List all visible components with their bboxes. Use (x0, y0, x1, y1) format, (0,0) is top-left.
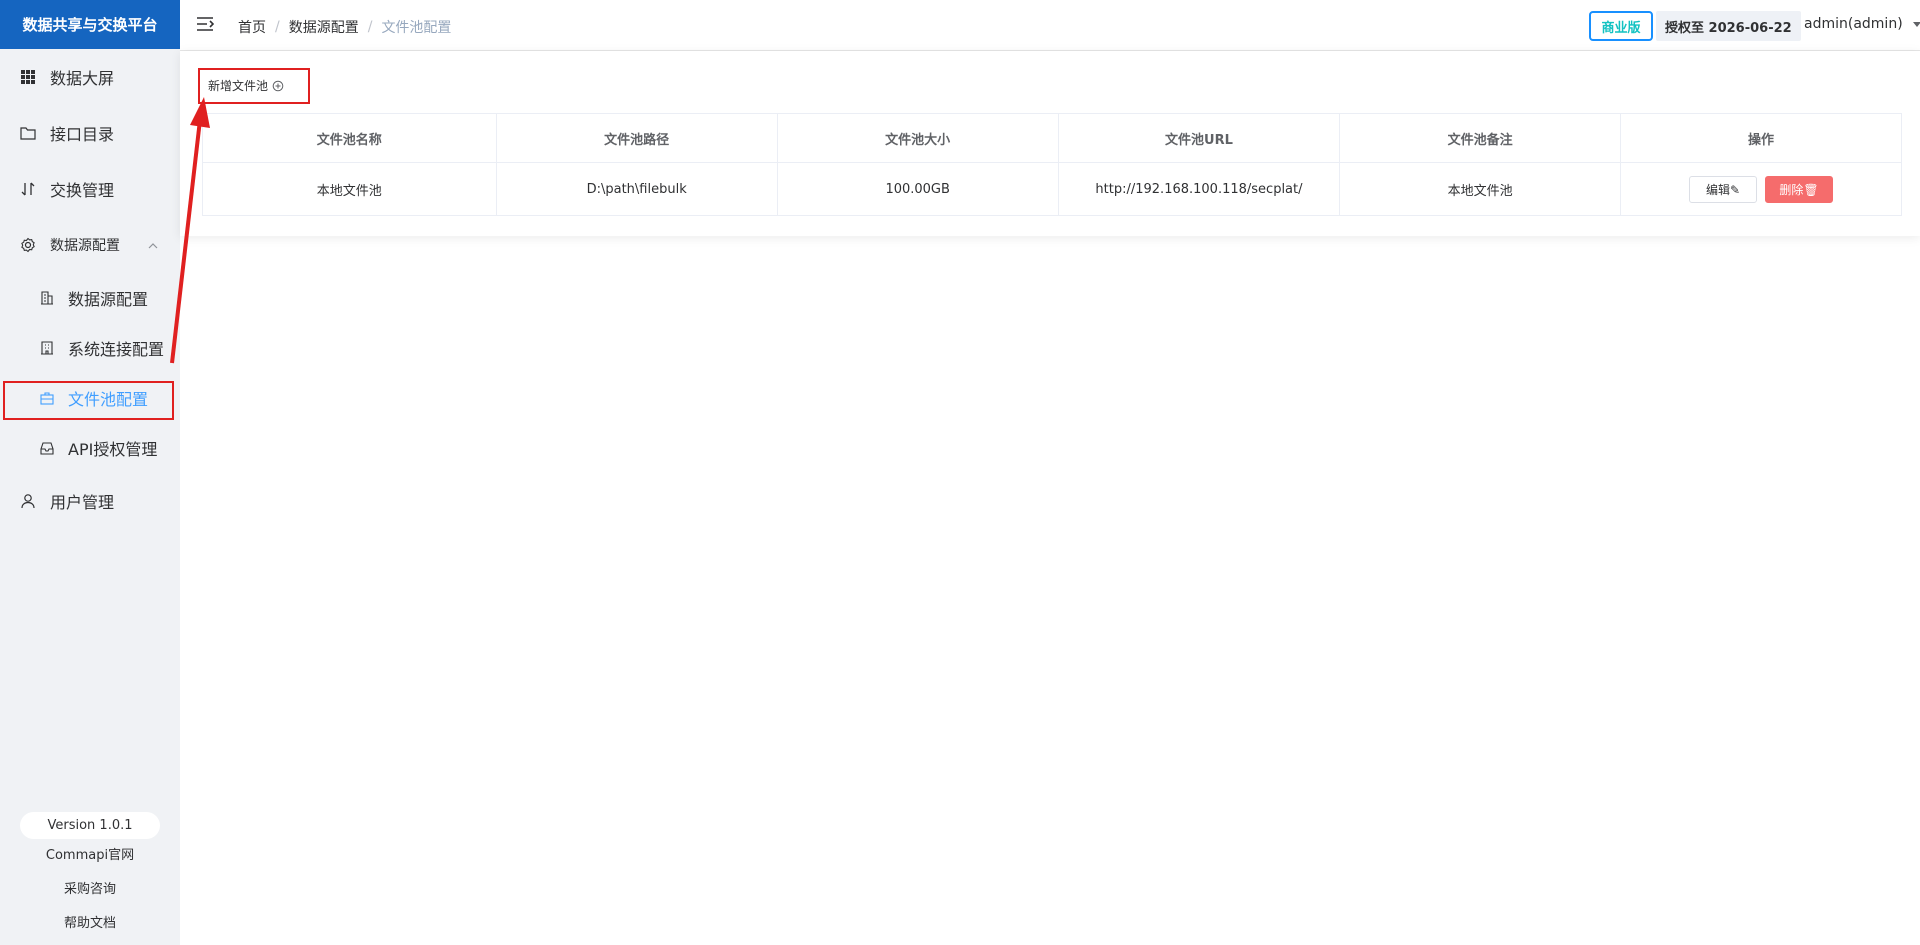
purchase-inquiry-link[interactable]: 采购咨询 (0, 873, 180, 907)
edition-badge: 商业版 (1589, 11, 1653, 41)
cell-name: 本地文件池 (202, 162, 497, 216)
breadcrumb: 首页 / 数据源配置 / 文件池配置 (238, 17, 452, 37)
sidebar-item-label: 数据源配置 (50, 238, 120, 254)
sidebar-item-api-catalog[interactable]: 接口目录 (0, 105, 180, 161)
sidebar-item-user-management[interactable]: 用户管理 (0, 473, 180, 529)
table-header-row: 文件池名称 文件池路径 文件池大小 文件池URL 文件池备注 操作 (202, 113, 1903, 163)
sidebar-item-exchange[interactable]: 交换管理 (0, 161, 180, 217)
annotation-highlight-file-pool (3, 381, 174, 420)
cell-url: http://192.168.100.118/secplat/ (1057, 162, 1341, 216)
app-title: 数据共享与交换平台 (0, 0, 180, 49)
file-pool-card: 新增文件池 文件池名称 文件池路径 文件池大小 文件池URL 文件池备注 操作 … (180, 51, 1920, 236)
trash-icon: 🗑 (1803, 182, 1819, 197)
cell-actions: 编辑✎ 删除🗑 (1619, 162, 1903, 216)
sidebar-item-label: 用户管理 (50, 493, 115, 512)
sidebar-item-label: 接口目录 (50, 125, 115, 144)
office-icon (40, 341, 54, 355)
gear-icon (20, 237, 36, 253)
cell-path: D:\path\filebulk (495, 162, 778, 216)
sidebar: 数据共享与交换平台 数据大屏 接口目录 交换管理 数据源配置 数据源配置 系统连… (0, 0, 180, 945)
delete-button[interactable]: 删除🗑 (1764, 175, 1833, 203)
sidebar-item-label: 交换管理 (50, 181, 115, 200)
sidebar-item-label: API授权管理 (68, 440, 158, 459)
edit-button[interactable]: 编辑✎ (1688, 175, 1757, 203)
user-menu[interactable]: admin(admin) (1804, 16, 1920, 32)
help-docs-link[interactable]: 帮助文档 (0, 907, 180, 941)
file-pool-table: 文件池名称 文件池路径 文件池大小 文件池URL 文件池备注 操作 本地文件池 … (202, 113, 1903, 216)
breadcrumb-home[interactable]: 首页 (238, 17, 266, 37)
official-site-link[interactable]: Commapi官网 (0, 839, 180, 873)
sidebar-item-label: 数据大屏 (50, 69, 115, 88)
sidebar-item-dashboard[interactable]: 数据大屏 (0, 49, 180, 105)
cell-size: 100.00GB (776, 162, 1059, 216)
version-badge: Version 1.0.1 (20, 812, 160, 839)
edit-label: 编辑 (1705, 182, 1730, 197)
table-row: 本地文件池 D:\path\filebulk 100.00GB http://1… (202, 162, 1903, 216)
column-header: 文件池URL (1057, 113, 1341, 163)
sidebar-item-label: 数据源配置 (68, 290, 149, 309)
menu-toggle-icon[interactable] (196, 16, 215, 32)
sidebar-item-api-auth[interactable]: API授权管理 (0, 423, 180, 473)
chevron-up-icon (148, 239, 158, 249)
sidebar-footer: Version 1.0.1 Commapi官网 采购咨询 帮助文档 (0, 812, 180, 941)
inbox-icon (40, 441, 54, 455)
sidebar-item-system-connection[interactable]: 系统连接配置 (0, 323, 180, 373)
column-header: 文件池名称 (202, 113, 497, 163)
column-header: 操作 (1619, 113, 1903, 163)
cell-remark: 本地文件池 (1339, 162, 1621, 216)
exchange-icon (20, 181, 36, 197)
topbar: 首页 / 数据源配置 / 文件池配置 商业版 授权至 2026-06-22 ad… (180, 0, 1920, 51)
annotation-highlight-add-button (198, 68, 310, 104)
license-badge: 授权至 2026-06-22 (1656, 11, 1801, 41)
edit-icon: ✎ (1729, 182, 1741, 197)
delete-label: 删除 (1779, 182, 1804, 197)
user-icon (20, 493, 36, 509)
building-icon (40, 291, 54, 305)
sidebar-item-datasource-config[interactable]: 数据源配置 (0, 273, 180, 323)
sidebar-item-label: 系统连接配置 (68, 340, 165, 359)
breadcrumb-current: 文件池配置 (381, 20, 452, 36)
folder-icon (20, 125, 36, 141)
user-name: admin(admin) (1804, 16, 1903, 32)
column-header: 文件池路径 (495, 113, 778, 163)
caret-down-icon (1912, 21, 1920, 27)
breadcrumb-datasource[interactable]: 数据源配置 (289, 17, 359, 37)
grid-icon (20, 69, 36, 85)
column-header: 文件池备注 (1339, 113, 1621, 163)
sidebar-group-datasource[interactable]: 数据源配置 (0, 217, 180, 273)
column-header: 文件池大小 (776, 113, 1059, 163)
